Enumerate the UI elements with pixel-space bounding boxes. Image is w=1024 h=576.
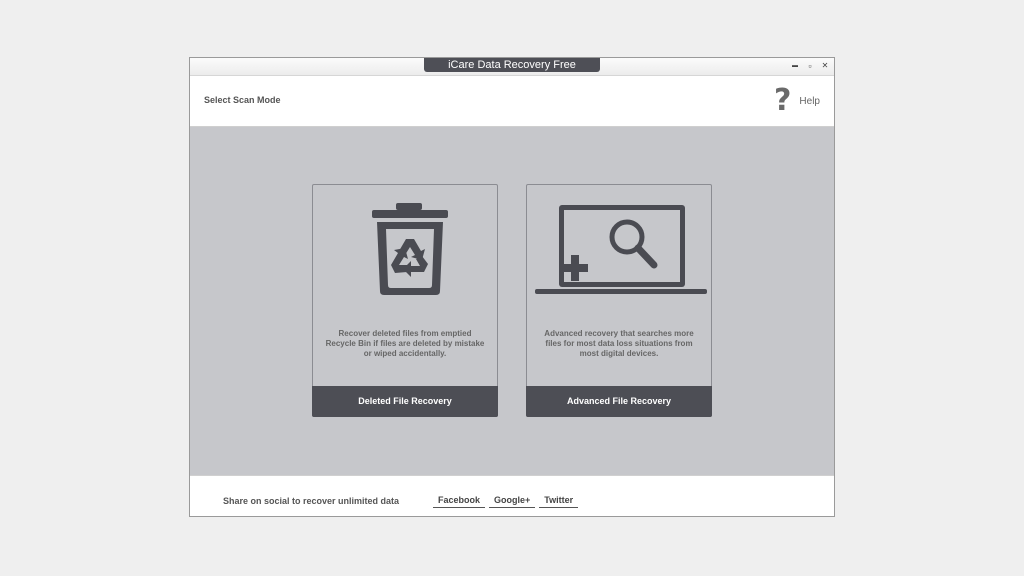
- scan-mode-label: Select Scan Mode: [204, 95, 281, 105]
- share-text: Share on social to recover unlimited dat…: [223, 496, 400, 506]
- social-links: Facebook Google+ Twitter: [433, 495, 579, 508]
- help-button[interactable]: ? Help: [774, 86, 820, 116]
- header-bar: Select Scan Mode ? Help: [190, 76, 834, 127]
- deleted-file-recovery-card[interactable]: Recover deleted files from emptied Recyc…: [312, 184, 498, 417]
- window-title: iCare Data Recovery Free: [424, 58, 600, 72]
- deleted-recovery-description: Recover deleted files from emptied Recyc…: [325, 329, 485, 358]
- twitter-link[interactable]: Twitter: [539, 495, 579, 508]
- laptop-search-icon: [527, 199, 711, 299]
- advanced-file-recovery-button[interactable]: Advanced File Recovery: [526, 386, 712, 417]
- deleted-file-recovery-button[interactable]: Deleted File Recovery: [312, 386, 498, 417]
- scan-mode-panel: Recover deleted files from emptied Recyc…: [190, 127, 834, 476]
- footer-bar: Share on social to recover unlimited dat…: [190, 475, 834, 516]
- advanced-file-recovery-card[interactable]: Advanced recovery that searches more fil…: [526, 184, 712, 417]
- title-bar[interactable]: iCare Data Recovery Free ▬ ▫ ✕: [190, 58, 834, 76]
- minimize-button[interactable]: ▬: [791, 61, 799, 71]
- recycle-bin-icon: [313, 199, 497, 299]
- facebook-link[interactable]: Facebook: [433, 495, 486, 508]
- app-window: iCare Data Recovery Free ▬ ▫ ✕ Select Sc…: [189, 57, 835, 517]
- google-plus-link[interactable]: Google+: [489, 495, 536, 508]
- window-controls: ▬ ▫ ✕: [791, 61, 829, 71]
- maximize-button[interactable]: ▫: [806, 61, 814, 71]
- close-button[interactable]: ✕: [821, 61, 829, 71]
- help-label[interactable]: Help: [799, 96, 820, 107]
- advanced-recovery-description: Advanced recovery that searches more fil…: [544, 329, 694, 358]
- help-question-icon[interactable]: ?: [774, 86, 791, 116]
